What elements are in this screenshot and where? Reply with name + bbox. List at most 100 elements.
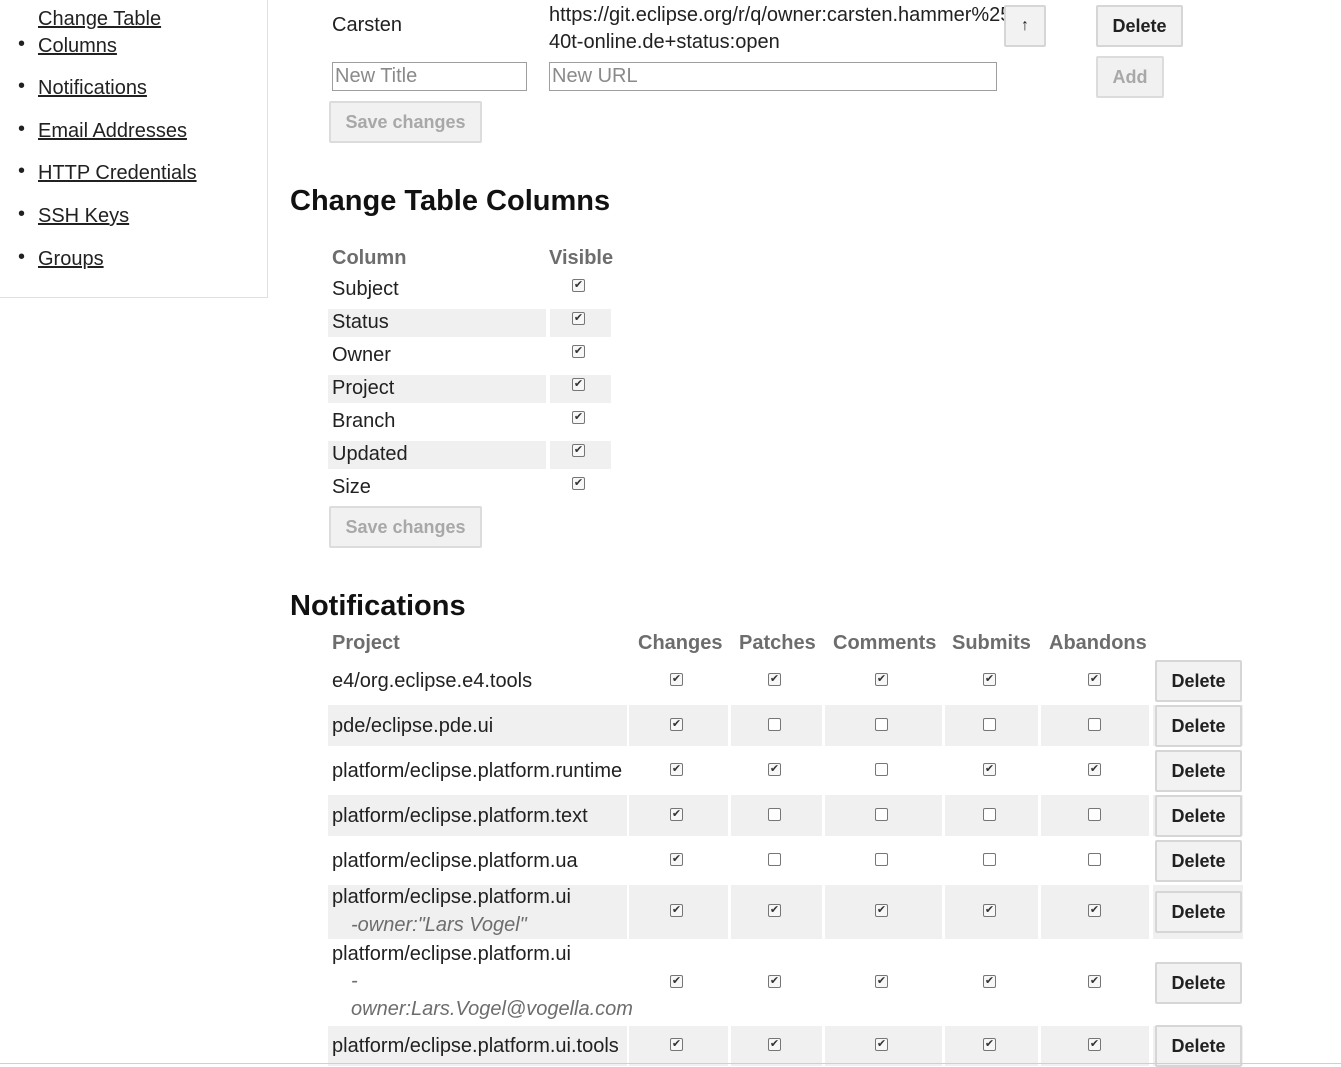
sidebar: • Change Table Columns • Notifications •… <box>0 0 268 298</box>
visible-checkbox[interactable]: ✔ <box>572 312 585 325</box>
sidebar-link-ssh-keys[interactable]: SSH Keys <box>38 203 129 230</box>
column-name: Status <box>332 311 389 333</box>
notification-delete-button[interactable]: Delete <box>1155 705 1242 747</box>
changes-checkbox[interactable]: ✔ <box>670 975 683 988</box>
sidebar-item-http-credentials: • HTTP Credentials <box>18 160 197 187</box>
abandons-checkbox[interactable]: ✔ <box>1088 975 1101 988</box>
column-name: Branch <box>332 410 396 432</box>
submits-checkbox[interactable]: ✔ <box>983 975 996 988</box>
patches-checkbox[interactable]: ✔ <box>768 1038 781 1051</box>
sidebar-link-groups[interactable]: Groups <box>38 246 104 273</box>
sidebar-link-change-table-columns[interactable]: Change Table Columns <box>38 6 168 60</box>
submits-checkbox[interactable] <box>983 808 996 821</box>
visible-header: Visible <box>549 247 614 269</box>
abandons-checkbox[interactable]: ✔ <box>1088 763 1101 776</box>
visible-checkbox[interactable]: ✔ <box>572 477 585 490</box>
changes-checkbox[interactable]: ✔ <box>670 763 683 776</box>
changes-header: Changes <box>638 632 723 654</box>
submits-checkbox[interactable]: ✔ <box>983 1038 996 1051</box>
sidebar-link-email-addresses[interactable]: Email Addresses <box>38 118 187 145</box>
patches-checkbox[interactable] <box>768 808 781 821</box>
comments-checkbox[interactable] <box>875 718 888 731</box>
project-name: e4/org.eclipse.e4.tools <box>332 669 533 692</box>
project-name: platform/eclipse.platform.runtime <box>332 759 623 782</box>
comments-checkbox[interactable]: ✔ <box>875 1038 888 1051</box>
patches-checkbox[interactable]: ✔ <box>768 763 781 776</box>
abandons-checkbox[interactable]: ✔ <box>1088 673 1101 686</box>
menu-save-changes-button[interactable]: Save changes <box>329 101 482 143</box>
sidebar-link-http-credentials[interactable]: HTTP Credentials <box>38 160 197 187</box>
comments-checkbox[interactable] <box>875 853 888 866</box>
visible-checkbox[interactable]: ✔ <box>572 378 585 391</box>
columns-save-changes-button[interactable]: Save changes <box>329 506 482 548</box>
bullet-icon: • <box>18 160 26 182</box>
menu-item-url-line1: https://git.eclipse.org/r/q/owner:carste… <box>549 4 1012 26</box>
submits-checkbox[interactable] <box>983 853 996 866</box>
window-bottom-edge <box>0 1063 1341 1064</box>
comments-checkbox[interactable]: ✔ <box>875 673 888 686</box>
project-filter: owner:Lars.Vogel@vogella.com <box>351 998 633 1020</box>
project-name: pde/eclipse.pde.ui <box>332 714 494 737</box>
changes-checkbox[interactable]: ✔ <box>670 853 683 866</box>
patches-checkbox[interactable] <box>768 718 781 731</box>
bullet-icon: • <box>18 246 26 268</box>
project-name: platform/eclipse.platform.ui.tools <box>332 1035 619 1057</box>
comments-checkbox[interactable]: ✔ <box>875 904 888 917</box>
bullet-icon: • <box>18 118 26 140</box>
submits-checkbox[interactable] <box>983 718 996 731</box>
patches-checkbox[interactable] <box>768 853 781 866</box>
abandons-checkbox[interactable] <box>1088 808 1101 821</box>
visible-checkbox[interactable]: ✔ <box>572 444 585 457</box>
notification-delete-button[interactable]: Delete <box>1155 840 1242 882</box>
notification-delete-button[interactable]: Delete <box>1155 891 1242 933</box>
comments-checkbox[interactable]: ✔ <box>875 975 888 988</box>
submits-checkbox[interactable]: ✔ <box>983 904 996 917</box>
notification-delete-button[interactable]: Delete <box>1155 750 1242 792</box>
visible-checkbox[interactable]: ✔ <box>572 345 585 358</box>
change-table-columns-title: Change Table Columns <box>290 185 611 217</box>
visible-checkbox[interactable]: ✔ <box>572 411 585 424</box>
bullet-icon: • <box>18 203 26 225</box>
sidebar-item-email-addresses: • Email Addresses <box>18 118 187 145</box>
patches-checkbox[interactable]: ✔ <box>768 673 781 686</box>
changes-checkbox[interactable]: ✔ <box>670 904 683 917</box>
abandons-checkbox[interactable]: ✔ <box>1088 904 1101 917</box>
project-name: platform/eclipse.platform.text <box>332 804 588 827</box>
abandons-checkbox[interactable] <box>1088 718 1101 731</box>
notification-delete-button[interactable]: Delete <box>1155 660 1242 702</box>
changes-checkbox[interactable]: ✔ <box>670 1038 683 1051</box>
bullet-icon: • <box>18 33 26 55</box>
project-name: platform/eclipse.platform.ui <box>332 886 571 908</box>
comments-checkbox[interactable] <box>875 808 888 821</box>
add-button[interactable]: Add <box>1096 56 1164 98</box>
column-name: Size <box>332 476 371 498</box>
project-filter-dash: - <box>351 970 358 992</box>
column-name: Owner <box>332 344 391 366</box>
notification-delete-button[interactable]: Delete <box>1155 1025 1242 1067</box>
bullet-icon: • <box>18 75 26 97</box>
visible-checkbox[interactable]: ✔ <box>572 279 585 292</box>
abandons-checkbox[interactable] <box>1088 853 1101 866</box>
new-title-input[interactable] <box>332 62 527 91</box>
sidebar-item-change-table-columns: • Change Table Columns <box>18 6 168 60</box>
notifications-title: Notifications <box>290 590 466 622</box>
sidebar-item-groups: • Groups <box>18 246 104 273</box>
changes-checkbox[interactable]: ✔ <box>670 808 683 821</box>
new-url-input[interactable] <box>549 62 997 91</box>
sidebar-link-notifications[interactable]: Notifications <box>38 75 147 102</box>
menu-delete-button[interactable]: Delete <box>1096 5 1183 47</box>
menu-item-url-line2: 40t-online.de+status:open <box>549 31 780 53</box>
submits-header: Submits <box>952 632 1031 654</box>
patches-checkbox[interactable]: ✔ <box>768 904 781 917</box>
patches-header: Patches <box>739 632 816 654</box>
comments-checkbox[interactable] <box>875 763 888 776</box>
patches-checkbox[interactable]: ✔ <box>768 975 781 988</box>
changes-checkbox[interactable]: ✔ <box>670 718 683 731</box>
submits-checkbox[interactable]: ✔ <box>983 763 996 776</box>
notification-delete-button[interactable]: Delete <box>1155 962 1242 1004</box>
move-up-button[interactable]: ↑ <box>1004 5 1046 47</box>
notification-delete-button[interactable]: Delete <box>1155 795 1242 837</box>
changes-checkbox[interactable]: ✔ <box>670 673 683 686</box>
submits-checkbox[interactable]: ✔ <box>983 673 996 686</box>
abandons-checkbox[interactable]: ✔ <box>1088 1038 1101 1051</box>
